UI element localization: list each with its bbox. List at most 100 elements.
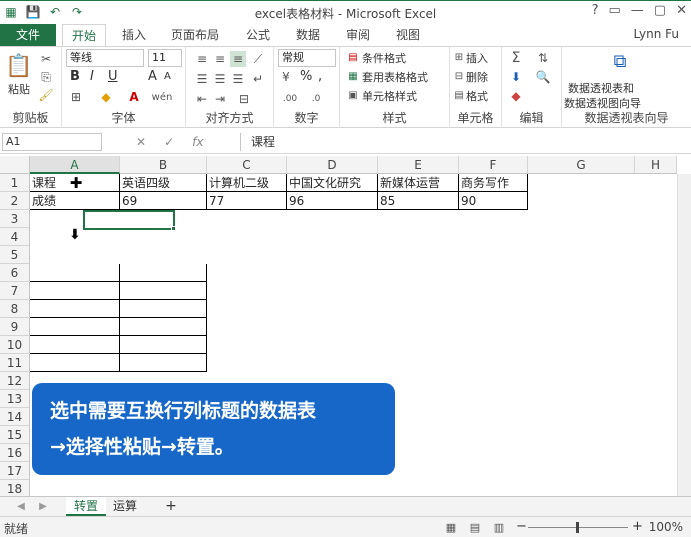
pivot-wizard-button-line1[interactable]: 数据透视表和 [568,80,634,96]
tab-formulas[interactable]: 公式 [236,24,280,46]
row-header-15[interactable]: 15 [0,426,30,444]
tab-insert[interactable]: 插入 [112,24,156,46]
minimize-button[interactable]: — [631,3,644,18]
cell-d1[interactable]: 中国文化研究 [287,174,378,192]
close-button[interactable]: ✕ [676,3,687,18]
normal-view-icon[interactable]: ▦ [444,520,458,534]
increase-indent-icon[interactable]: ⇥ [212,91,228,107]
column-header-e[interactable]: E [378,156,459,174]
table-cell[interactable] [120,300,207,318]
table-cell[interactable] [30,318,120,336]
column-header-b[interactable]: B [120,156,207,174]
table-cell[interactable] [30,282,120,300]
row-header-10[interactable]: 10 [0,336,30,354]
cancel-entry-button[interactable]: ✕ [136,135,146,149]
cell-d2[interactable]: 96 [287,192,378,210]
table-cell[interactable] [120,264,207,282]
cell-styles-button[interactable]: 单元格样式 [362,88,417,104]
column-header-f[interactable]: F [459,156,528,174]
insert-function-button[interactable]: fx [192,135,203,149]
select-all-button[interactable] [0,156,30,174]
table-cell[interactable] [30,336,120,354]
table-cell[interactable] [120,336,207,354]
cell-a2[interactable]: 成绩 [30,192,120,210]
table-cell[interactable] [30,354,120,372]
column-header-d[interactable]: D [287,156,378,174]
scroll-left-icon[interactable]: ◀ [14,499,28,513]
font-color-icon[interactable]: A [126,89,142,105]
row-header-8[interactable]: 8 [0,300,30,318]
sheet-tab-calc[interactable]: 运算 [108,497,142,516]
fill-icon[interactable]: ⬇ [508,69,524,85]
zoom-level[interactable]: 100% [649,520,683,534]
user-name[interactable]: Lynn Fu [633,27,679,41]
paste-button[interactable]: 粘贴 [8,81,30,97]
vertical-scrollbar[interactable] [677,174,691,496]
find-select-icon[interactable]: 🔍 [534,69,552,85]
ribbon-display-button[interactable]: ▭ [609,3,621,18]
orientation-icon[interactable]: ⟋ [250,51,266,67]
font-size-select[interactable]: 11 [148,49,182,67]
row-header-14[interactable]: 14 [0,408,30,426]
currency-icon[interactable]: ¥ [278,69,294,85]
increase-decimal-icon[interactable]: .00 [280,91,300,107]
row-header-5[interactable]: 5 [0,246,30,264]
row-header-2[interactable]: 2 [0,192,30,210]
align-left-icon[interactable]: ☰ [194,71,210,87]
row-header-13[interactable]: 13 [0,390,30,408]
column-header-g[interactable]: G [528,156,635,174]
help-button[interactable]: ? [592,3,599,18]
merge-center-icon[interactable]: ⊟ [236,91,252,107]
comma-button[interactable]: , [318,69,322,84]
decrease-decimal-icon[interactable]: .0 [306,91,326,107]
font-name-select[interactable]: 等线 [66,49,144,67]
grow-font-button[interactable]: A [148,69,157,84]
border-icon[interactable]: ⊞ [68,89,84,105]
row-header-4[interactable]: 4 [0,228,30,246]
delete-cells-button[interactable]: 删除 [466,69,488,85]
tab-review[interactable]: 审阅 [336,24,380,46]
align-right-icon[interactable]: ☰ [230,71,246,87]
row-header-11[interactable]: 11 [0,354,30,372]
row-header-17[interactable]: 17 [0,462,30,480]
row-header-3[interactable]: 3 [0,210,30,228]
autosum-icon[interactable]: Σ [508,50,524,66]
cut-icon[interactable]: ✂ [38,51,54,67]
pivot-wizard-icon[interactable]: ⧉ [608,49,632,73]
decrease-indent-icon[interactable]: ⇤ [194,91,210,107]
row-header-9[interactable]: 9 [0,318,30,336]
cell-e1[interactable]: 新媒体运营 [378,174,459,192]
column-header-c[interactable]: C [207,156,287,174]
align-middle-icon[interactable]: ≡ [212,51,228,67]
format-cells-button[interactable]: 格式 [466,88,488,104]
bold-button[interactable]: B [70,69,80,84]
enter-entry-button[interactable]: ✓ [164,135,174,149]
percent-button[interactable]: % [300,69,312,84]
page-break-view-icon[interactable]: ▥ [492,520,506,534]
cell-f2[interactable]: 90 [459,192,528,210]
formula-input[interactable]: 课程 [240,133,687,151]
insert-cells-button[interactable]: 插入 [466,50,488,66]
align-bottom-icon[interactable]: ≡ [230,51,246,67]
scroll-right-icon[interactable]: ▶ [36,499,50,513]
row-header-7[interactable]: 7 [0,282,30,300]
tab-view[interactable]: 视图 [386,24,430,46]
underline-button[interactable]: U [108,69,118,84]
row-header-12[interactable]: 12 [0,372,30,390]
cell-c1[interactable]: 计算机二级 [207,174,287,192]
align-center-icon[interactable]: ☰ [212,71,228,87]
cell-b2[interactable]: 69 [120,192,207,210]
tab-home[interactable]: 开始 [62,24,106,46]
shrink-font-button[interactable]: A [164,71,171,82]
format-as-table-button[interactable]: 套用表格格式 [362,69,428,85]
table-cell[interactable] [30,300,120,318]
tab-data[interactable]: 数据 [286,24,330,46]
format-painter-icon[interactable]: 🖌 [38,87,54,103]
cell-f1[interactable]: 商务写作 [459,174,528,192]
align-top-icon[interactable]: ≡ [194,51,210,67]
paste-icon[interactable]: 📋 [5,51,32,81]
table-cell[interactable] [120,318,207,336]
fill-handle[interactable] [171,226,176,231]
tab-page-layout[interactable]: 页面布局 [162,24,228,46]
active-cell-selection[interactable] [83,210,175,230]
